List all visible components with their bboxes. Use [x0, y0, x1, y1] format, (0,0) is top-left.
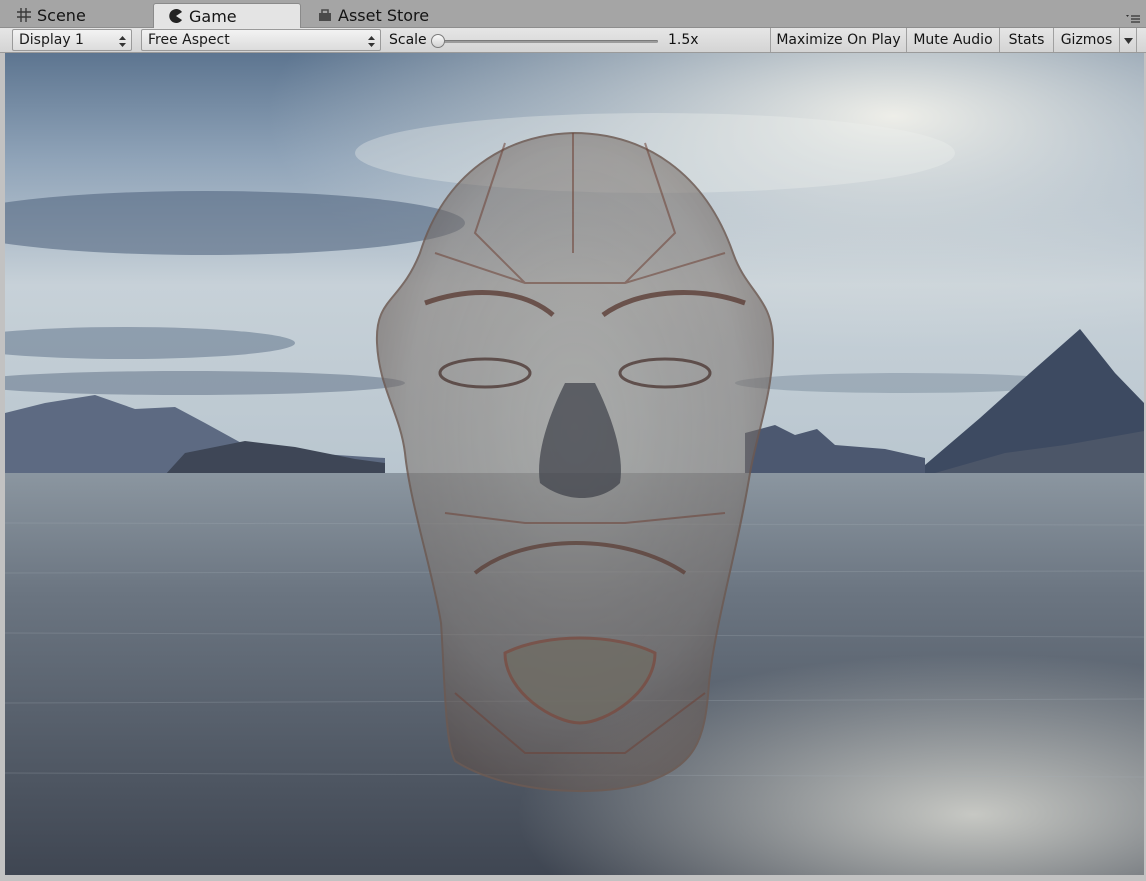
scale-slider-thumb[interactable]: [431, 34, 445, 48]
tab-game[interactable]: Game: [153, 3, 301, 28]
tab-scene[interactable]: Scene: [8, 3, 148, 27]
updown-arrows-icon: [119, 35, 126, 47]
display-select[interactable]: Display 1: [12, 29, 132, 51]
scale-value: 1.5x: [668, 32, 699, 48]
scene-render: [5, 53, 1144, 875]
tab-game-label: Game: [189, 6, 237, 26]
aspect-select-value: Free Aspect: [148, 32, 230, 48]
editor-tab-bar: Scene Game Asset Store: [0, 0, 1146, 28]
tab-menu-icon[interactable]: [1126, 12, 1140, 23]
game-toolbar: Display 1 Free Aspect Scale 1.5x Maximiz…: [0, 28, 1146, 53]
stats-toggle[interactable]: Stats: [999, 28, 1053, 52]
mute-audio-label: Mute Audio: [913, 32, 993, 48]
scale-slider-track[interactable]: [438, 40, 658, 43]
tab-asset-store-label: Asset Store: [338, 5, 430, 25]
chevron-down-icon: [1123, 32, 1133, 48]
gizmos-label: Gizmos: [1060, 32, 1113, 48]
tab-scene-label: Scene: [37, 5, 86, 25]
pacman-icon: [168, 8, 184, 24]
updown-arrows-icon: [368, 35, 375, 47]
store-icon: [317, 7, 333, 23]
gizmos-dropdown[interactable]: [1119, 28, 1137, 52]
grid-icon: [16, 7, 32, 23]
display-select-value: Display 1: [19, 32, 84, 48]
game-viewport[interactable]: [5, 53, 1144, 875]
tab-asset-store[interactable]: Asset Store: [309, 3, 469, 27]
aspect-select[interactable]: Free Aspect: [141, 29, 381, 51]
maximize-on-play-label: Maximize On Play: [776, 32, 901, 48]
maximize-on-play-toggle[interactable]: Maximize On Play: [770, 28, 906, 52]
scale-label: Scale: [389, 32, 427, 48]
gizmos-toggle[interactable]: Gizmos: [1053, 28, 1119, 52]
stats-label: Stats: [1008, 32, 1045, 48]
mute-audio-toggle[interactable]: Mute Audio: [906, 28, 999, 52]
